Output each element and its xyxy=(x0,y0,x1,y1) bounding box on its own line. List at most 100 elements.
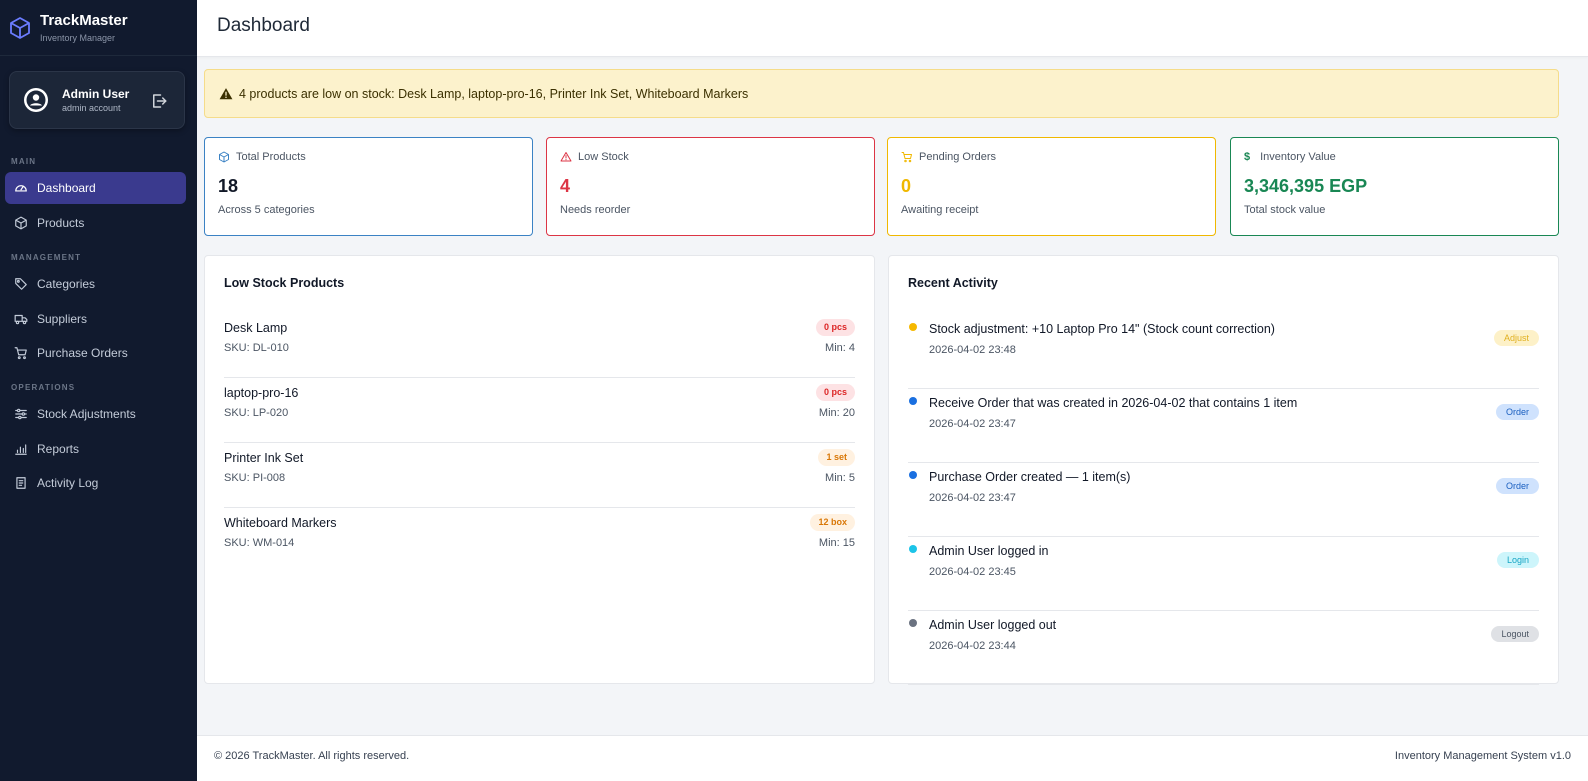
activity-text: Receive Order that was created in 2026-0… xyxy=(929,396,1298,410)
min-stock: Min: 15 xyxy=(818,537,855,549)
brand-title: TrackMaster xyxy=(40,12,128,29)
box-icon xyxy=(15,216,27,230)
logout-icon[interactable] xyxy=(150,92,168,110)
nav-item-suppliers[interactable]: Suppliers xyxy=(5,303,186,335)
stat-value: 18 xyxy=(218,176,239,196)
recent-activity-panel: Recent Activity Stock adjustment: +10 La… xyxy=(888,255,1559,685)
min-stock: Min: 5 xyxy=(825,472,855,484)
cart-icon xyxy=(901,152,912,163)
activity-badge: Login xyxy=(1496,552,1539,568)
stat-sub: Across 5 categories xyxy=(218,204,315,216)
nav-label: Suppliers xyxy=(37,312,88,326)
alert-text: 4 products are low on stock: Desk Lamp, … xyxy=(239,86,749,101)
product-sku: SKU: WM-014 xyxy=(224,537,295,549)
nav-label: Products xyxy=(37,216,85,230)
status-dot xyxy=(909,545,917,553)
stat-card-inventory-value: $ Inventory Value 3,346,395 EGP Total st… xyxy=(1230,137,1559,236)
stat-card-pending-orders: Pending Orders 0 Awaiting receipt xyxy=(887,137,1216,236)
stat-card-total-products: Total Products 18 Across 5 categories xyxy=(204,137,533,236)
list-item[interactable]: Admin User logged in 2026-04-02 23:45 Lo… xyxy=(908,537,1539,611)
cart-icon xyxy=(14,347,27,360)
product-sku: SKU: LP-020 xyxy=(224,407,289,419)
user-icon xyxy=(25,89,47,111)
nav-label: Activity Log xyxy=(37,476,99,490)
section-label-management: MANAGEMENT xyxy=(11,253,82,262)
status-dot xyxy=(909,471,917,479)
nav-item-purchase-orders[interactable]: Purchase Orders xyxy=(5,337,186,369)
stat-label: Inventory Value xyxy=(1260,151,1336,163)
stat-label: Low Stock xyxy=(578,151,629,163)
box-icon xyxy=(219,151,229,163)
panel-title: Recent Activity xyxy=(908,276,998,290)
journal-icon xyxy=(16,477,26,489)
activity-text: Admin User logged out xyxy=(929,618,1057,632)
section-label-main: MAIN xyxy=(11,157,37,166)
nav-label: Categories xyxy=(37,277,96,291)
activity-badge: Adjust xyxy=(1493,330,1539,346)
activity-time: 2026-04-02 23:48 xyxy=(929,344,1016,356)
stat-value: 4 xyxy=(560,176,571,196)
user-card: Admin User admin account xyxy=(9,71,185,129)
stat-card-low-stock: Low Stock 4 Needs reorder xyxy=(546,137,875,236)
warning-icon xyxy=(560,152,572,162)
activity-text: Admin User logged in xyxy=(929,544,1049,558)
stock-badge: 0 pcs xyxy=(815,384,855,401)
nav-item-stock-adjustments[interactable]: Stock Adjustments xyxy=(5,398,186,430)
stock-badge: 0 pcs xyxy=(815,319,855,336)
activity-text: Purchase Order created — 1 item(s) xyxy=(929,470,1131,484)
activity-time: 2026-04-02 23:45 xyxy=(929,566,1016,578)
list-item[interactable]: Receive Order that was created in 2026-0… xyxy=(908,389,1539,463)
sliders-icon xyxy=(15,408,27,420)
low-stock-panel: Low Stock Products Desk Lamp SKU: DL-010… xyxy=(204,255,875,684)
truck-icon xyxy=(14,314,28,325)
activity-badge: Order xyxy=(1495,404,1539,420)
nav-item-activity-log[interactable]: Activity Log xyxy=(5,467,186,499)
footer-copyright: © 2026 TrackMaster. All rights reserved. xyxy=(214,750,410,762)
nav-item-reports[interactable]: Reports xyxy=(5,433,186,465)
activity-badge: Logout xyxy=(1491,626,1539,642)
brand: TrackMaster Inventory Manager xyxy=(0,0,197,56)
cube-icon xyxy=(10,16,30,39)
list-item[interactable]: Admin User logged out 2026-04-02 23:44 L… xyxy=(908,611,1539,685)
stat-sub: Awaiting receipt xyxy=(901,204,979,216)
nav-label: Purchase Orders xyxy=(37,346,128,360)
list-item[interactable]: Printer Ink Set SKU: PI-008 1 set Min: 5 xyxy=(224,443,855,508)
stat-value: 3,346,395 EGP xyxy=(1244,176,1368,196)
stat-sub: Needs reorder xyxy=(560,204,631,216)
min-stock: Min: 4 xyxy=(825,342,855,354)
nav-item-categories[interactable]: Categories xyxy=(5,268,186,300)
product-sku: SKU: DL-010 xyxy=(224,342,289,354)
activity-text: Stock adjustment: +10 Laptop Pro 14" (St… xyxy=(929,322,1275,336)
low-stock-alert: 4 products are low on stock: Desk Lamp, … xyxy=(204,69,1559,118)
list-item[interactable]: Purchase Order created — 1 item(s) 2026-… xyxy=(908,463,1539,537)
gauge-icon xyxy=(15,185,27,192)
stock-badge: 12 box xyxy=(810,514,855,531)
activity-time: 2026-04-02 23:44 xyxy=(929,640,1016,652)
stat-label: Pending Orders xyxy=(919,151,997,163)
product-name: laptop-pro-16 xyxy=(224,386,299,400)
avatar xyxy=(24,88,48,112)
stat-sub: Total stock value xyxy=(1244,204,1326,216)
list-item[interactable]: Stock adjustment: +10 Laptop Pro 14" (St… xyxy=(908,315,1539,389)
stock-badge: 1 set xyxy=(818,449,855,466)
dollar-icon: $ xyxy=(1244,151,1251,163)
list-item[interactable]: laptop-pro-16 SKU: LP-020 0 pcs Min: 20 xyxy=(224,378,855,443)
stat-value: 0 xyxy=(901,176,912,196)
product-sku: SKU: PI-008 xyxy=(224,472,286,484)
stat-label: Total Products xyxy=(236,151,306,163)
footer-version: Inventory Management System v1.0 xyxy=(1394,750,1571,762)
brand-subtitle: Inventory Manager xyxy=(40,33,116,43)
activity-badge: Order xyxy=(1495,478,1539,494)
list-item[interactable]: Whiteboard Markers SKU: WM-014 12 box Mi… xyxy=(224,508,855,573)
section-label-operations: OPERATIONS xyxy=(11,383,76,392)
list-item[interactable]: Desk Lamp SKU: DL-010 0 pcs Min: 4 xyxy=(224,313,855,378)
nav-item-products[interactable]: Products xyxy=(5,207,186,239)
user-name: Admin User xyxy=(62,87,130,101)
user-role: admin account xyxy=(62,103,121,113)
panel-title: Low Stock Products xyxy=(224,276,345,290)
status-dot xyxy=(909,397,917,405)
tags-icon xyxy=(15,278,27,290)
activity-time: 2026-04-02 23:47 xyxy=(929,492,1016,504)
page-title: Dashboard xyxy=(217,15,310,36)
nav-item-dashboard[interactable]: Dashboard xyxy=(5,172,186,204)
